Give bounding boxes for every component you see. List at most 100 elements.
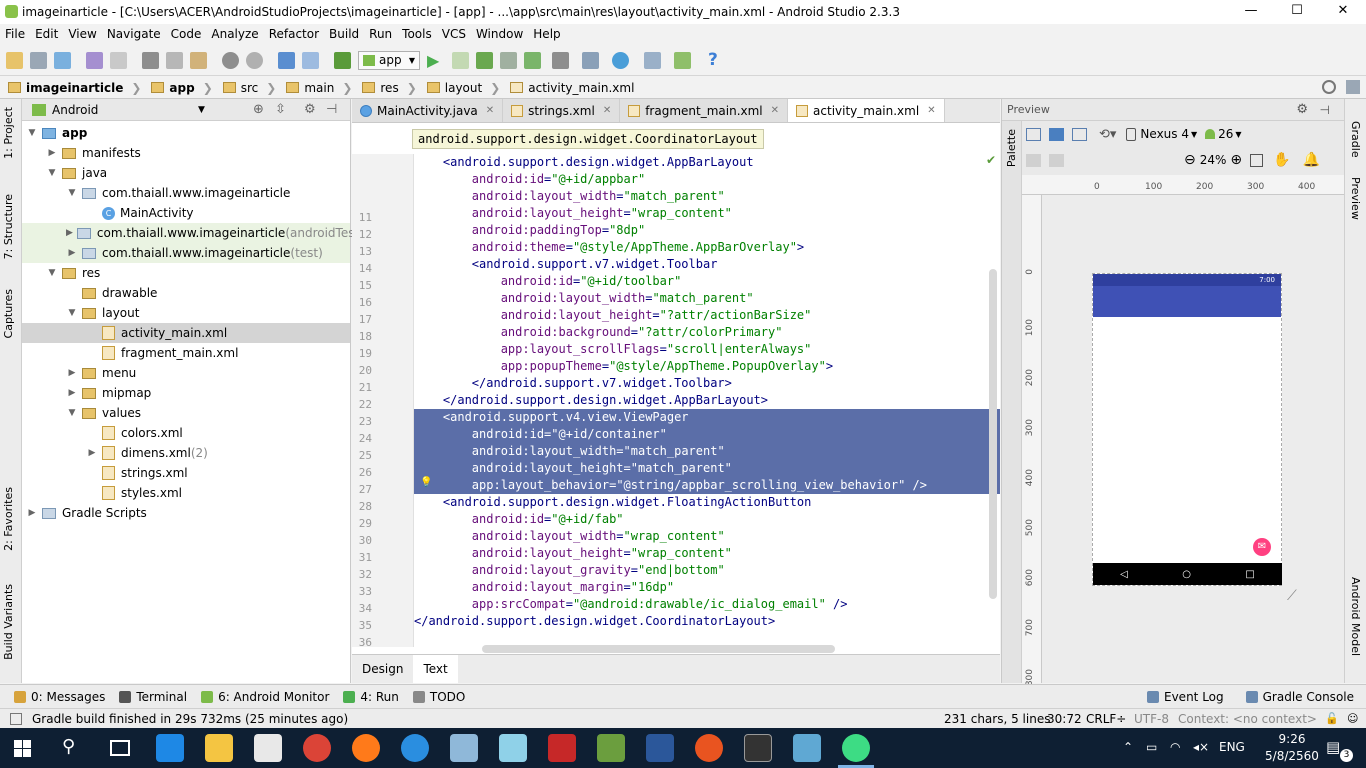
status-toggle-icon[interactable] (10, 712, 22, 725)
code-line[interactable]: android:layout_gravity="end|bottom" (414, 562, 1000, 579)
run-config-dropdown[interactable]: app ▼ (358, 51, 420, 70)
code-line[interactable]: android:layout_width="wrap_content" (414, 528, 1000, 545)
attach-debugger-icon[interactable] (524, 52, 541, 69)
tree-item[interactable]: colors.xml (22, 423, 350, 443)
tool-window-tab[interactable]: 4: Run (343, 690, 399, 704)
virtualbox-icon[interactable] (793, 734, 821, 762)
chevron-right-icon[interactable]: ▶ (86, 448, 98, 458)
notepad-icon[interactable] (499, 734, 527, 762)
zoom-fit-icon[interactable] (1250, 153, 1264, 167)
code-line[interactable]: app:popupTheme="@style/AppTheme.PopupOve… (414, 358, 1000, 375)
code-line[interactable]: android:layout_height="wrap_content" (414, 205, 1000, 222)
bell-icon[interactable]: 🔔 (1303, 152, 1320, 168)
chevron-right-icon[interactable]: ▶ (46, 148, 58, 158)
menu-help[interactable]: Help (528, 27, 565, 41)
chevron-down-icon[interactable]: ▼ (66, 308, 78, 318)
make-project-icon[interactable] (334, 52, 351, 69)
chevron-down-icon[interactable]: ▼ (198, 105, 205, 115)
firefox-icon[interactable] (352, 734, 380, 762)
notification-icon[interactable]: ▤ (1326, 738, 1340, 756)
code-line[interactable]: android:id="@+id/appbar" (414, 171, 1000, 188)
tool-tab-right[interactable]: Gradle (1349, 121, 1362, 158)
code-line[interactable]: android:layout_width="match_parent" (414, 290, 1000, 307)
copy-icon[interactable] (166, 52, 183, 69)
run-icon[interactable]: ▶ (427, 51, 439, 70)
orientation-icon[interactable] (1072, 127, 1087, 141)
file-encoding[interactable]: UTF-8 (1134, 712, 1169, 726)
breadcrumb-item[interactable]: layout ❯ (426, 81, 511, 95)
menu-navigate[interactable]: Navigate (102, 27, 166, 41)
project-view-select[interactable]: Android (52, 103, 98, 117)
device-select[interactable]: Nexus 4 (1140, 127, 1189, 141)
tree-item[interactable]: drawable (22, 283, 350, 303)
tree-item[interactable]: activity_main.xml (22, 323, 350, 343)
layout-icon[interactable] (1346, 80, 1360, 94)
language-indicator[interactable]: ENG (1219, 740, 1245, 754)
menu-refactor[interactable]: Refactor (264, 27, 324, 41)
open-folder-icon[interactable] (6, 52, 23, 69)
chrome-icon[interactable] (303, 734, 331, 762)
tool-window-tab[interactable]: 0: Messages (14, 690, 105, 704)
line-separator[interactable]: CRLF÷ (1086, 712, 1126, 726)
api-select[interactable]: 26 (1218, 127, 1233, 141)
cursor-position[interactable]: 30:72 (1047, 712, 1082, 726)
paste-icon[interactable] (190, 52, 207, 69)
tool-window-tab[interactable]: 6: Android Monitor (201, 690, 329, 704)
code-line[interactable]: app:srcCompat="@android:drawable/ic_dial… (414, 596, 1000, 613)
vertical-scrollbar[interactable] (989, 269, 997, 599)
tree-item[interactable]: ▼ app (22, 123, 350, 143)
tree-item[interactable]: fragment_main.xml (22, 343, 350, 363)
code-line[interactable]: android:paddingTop="8dp" (414, 222, 1000, 239)
maximize-button[interactable]: ☐ (1274, 0, 1320, 24)
code-line[interactable]: android:theme="@style/AppTheme.AppBarOve… (414, 239, 1000, 256)
save-icon[interactable] (30, 52, 47, 69)
chevron-down-icon[interactable]: ▼ (66, 408, 78, 418)
search-icon[interactable]: ⚲ (62, 736, 75, 757)
tree-item[interactable]: ▶ com.thaiall.www.imageinarticle (test) (22, 243, 350, 263)
code-line[interactable]: android:id="@+id/container" (414, 426, 1000, 443)
cut-icon[interactable] (142, 52, 159, 69)
pan-icon[interactable] (1026, 153, 1041, 167)
code-line[interactable]: android:layout_width="match_parent" (414, 443, 1000, 460)
stop-icon[interactable] (552, 52, 569, 69)
chevron-right-icon[interactable]: ▶ (26, 508, 38, 518)
tree-item[interactable]: ▶ dimens.xml (2) (22, 443, 350, 463)
tree-item[interactable]: ▶ menu (22, 363, 350, 383)
palette-tab[interactable]: Palette (1005, 129, 1018, 167)
ubuntu-icon[interactable] (695, 734, 723, 762)
menu-code[interactable]: Code (166, 27, 207, 41)
lock-icon[interactable]: 🔓 (1325, 712, 1339, 725)
editor-mode-tab[interactable]: Design (352, 655, 413, 683)
tool-window-tab[interactable]: TODO (412, 690, 465, 704)
forward-icon[interactable] (302, 52, 319, 69)
menu-analyze[interactable]: Analyze (206, 27, 263, 41)
zoom-out-icon[interactable]: ⊖ (1184, 152, 1196, 168)
close-tab-icon[interactable]: ✕ (486, 105, 494, 116)
cmd-icon[interactable] (744, 734, 772, 762)
find-icon[interactable] (222, 52, 239, 69)
collapse-icon[interactable]: ⇳ (275, 102, 286, 117)
code-line[interactable]: app:layout_behavior="@string/appbar_scro… (414, 477, 1000, 494)
chevron-down-icon[interactable]: ▼ (66, 188, 78, 198)
replace-icon[interactable] (246, 52, 263, 69)
code-line[interactable]: android:background="?attr/colorPrimary" (414, 324, 1000, 341)
editor-tab[interactable]: activity_main.xml ✕ (788, 99, 945, 122)
design-view-icon[interactable] (1026, 127, 1041, 141)
close-tab-icon[interactable]: ✕ (771, 105, 779, 116)
resize-handle-icon[interactable]: ⟋ (1287, 588, 1297, 604)
code-line[interactable]: </android.support.design.widget.AppBarLa… (414, 392, 1000, 409)
code-line[interactable]: android:layout_height="wrap_content" (414, 545, 1000, 562)
gear-icon[interactable]: ⚙ (304, 102, 316, 117)
code-line[interactable]: </android.support.design.widget.Coordina… (414, 613, 1000, 630)
code-line[interactable]: android:layout_margin="16dp" (414, 579, 1000, 596)
close-tab-icon[interactable]: ✕ (927, 105, 935, 116)
fit-icon[interactable] (1049, 153, 1064, 167)
tree-item[interactable]: ▶ mipmap (22, 383, 350, 403)
editor-mode-tab[interactable]: Text (413, 655, 458, 683)
code-line[interactable]: android:id="@+id/fab" (414, 511, 1000, 528)
editor-tab[interactable]: fragment_main.xml ✕ (620, 99, 789, 122)
code-line[interactable]: <android.support.design.widget.FloatingA… (414, 494, 1000, 511)
menu-vcs[interactable]: VCS (437, 27, 471, 41)
undo-icon[interactable] (86, 52, 103, 69)
editor-tab[interactable]: MainActivity.java ✕ (352, 99, 504, 122)
